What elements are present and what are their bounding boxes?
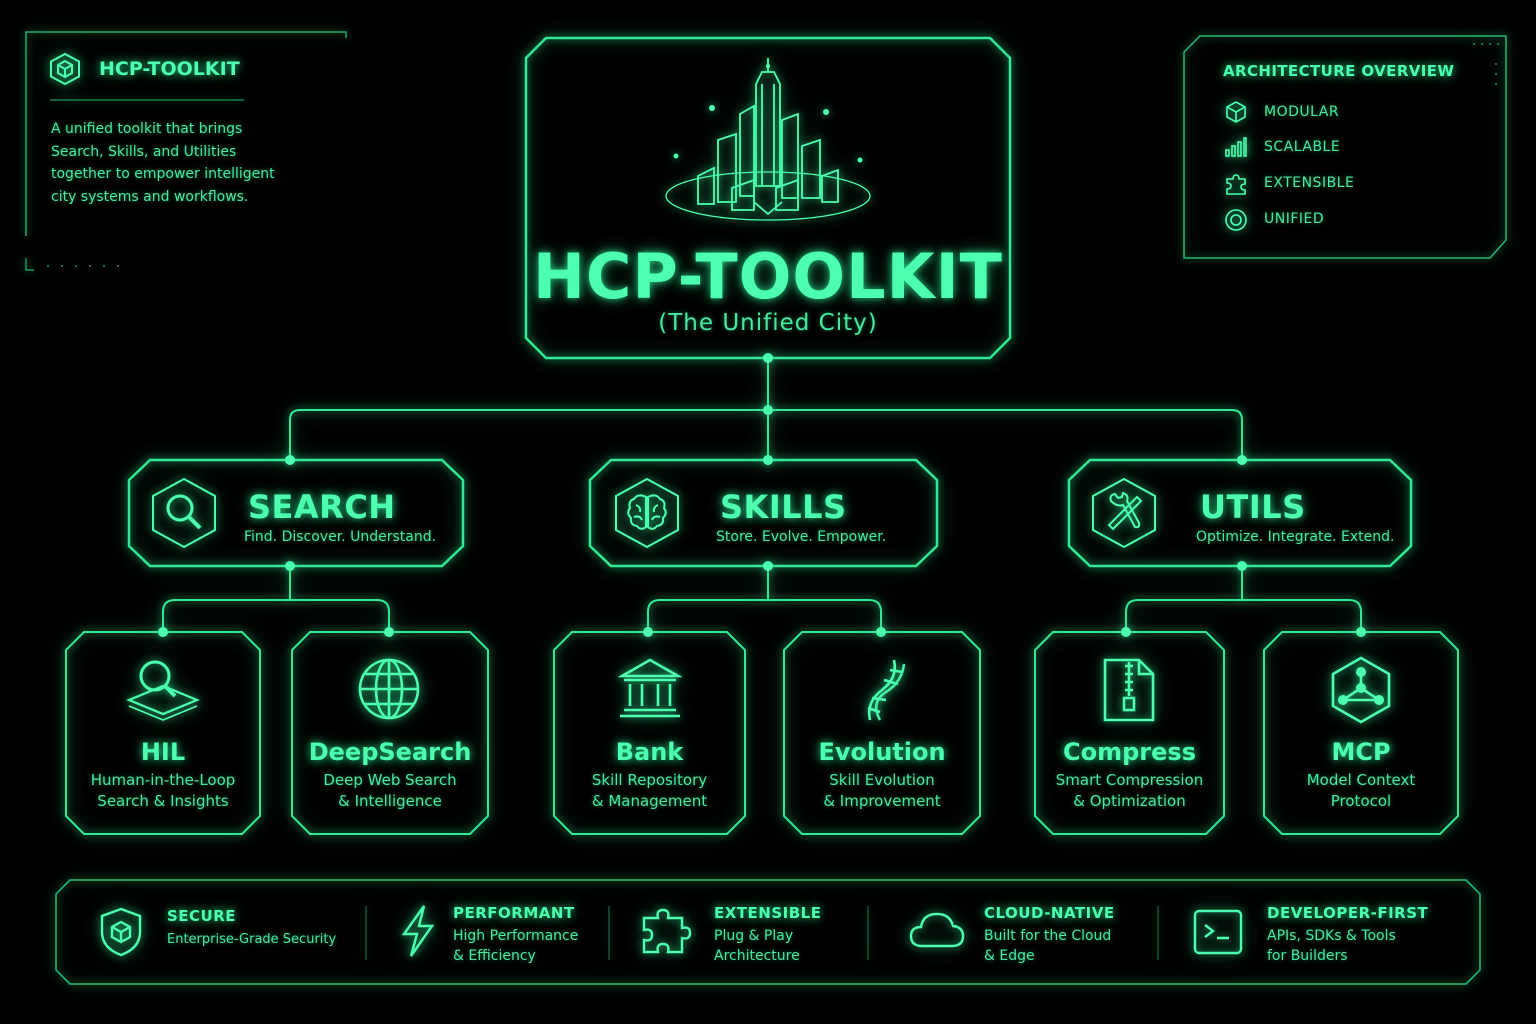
overview-item-extensible: EXTENSIBLE (1264, 175, 1355, 191)
leaf-description: Model Context Protocol (1306, 771, 1416, 810)
overview-item-scalable: SCALABLE (1264, 139, 1341, 155)
leaf-description: Smart Compression & Optimization (1055, 771, 1204, 810)
bar-chart-icon (1225, 137, 1247, 157)
leaf-deepsearch[interactable]: DeepSearch Deep Web Search & Intelligence (292, 632, 488, 834)
category-skills[interactable]: SKILLS Store. Evolve. Empower. (590, 460, 937, 566)
shield-icon (100, 907, 142, 957)
architecture-overview-panel: ARCHITECTURE OVERVIEW MODULAR SCALABLE E… (1184, 36, 1506, 258)
target-icon (1225, 209, 1247, 231)
category-tagline: Optimize. Integrate. Extend. (1196, 529, 1395, 545)
puzzle-icon (1226, 174, 1246, 195)
search-layer-icon (126, 660, 200, 721)
category-title: SEARCH (248, 488, 396, 526)
brain-icon (615, 477, 679, 549)
info-panel-title: HCP-TOOLKIT (99, 58, 240, 80)
feature-title: DEVELOPER-FIRST (1267, 904, 1429, 922)
lightning-icon (401, 905, 435, 957)
feature-description: Built for the Cloud & Edge (984, 928, 1112, 964)
terminal-icon (1193, 909, 1243, 955)
zip-file-icon (1103, 658, 1155, 722)
leaf-title: MCP (1331, 738, 1391, 766)
feature-description: Enterprise-Grade Security (167, 932, 337, 947)
dna-icon (867, 659, 906, 721)
magnifier-icon (152, 477, 216, 549)
cube-icon (50, 52, 80, 86)
city-skyline-icon (665, 58, 871, 221)
leaf-bank[interactable]: Bank Skill Repository & Management (554, 632, 745, 834)
feature-title: EXTENSIBLE (714, 904, 822, 922)
category-search[interactable]: SEARCH Find. Discover. Understand. (129, 460, 463, 566)
root-node: HCP-TOOLKIT (The Unified City) (526, 38, 1010, 358)
leaf-description: Human-in-the-Loop Search & Insights (90, 771, 236, 810)
leaf-title: Evolution (818, 738, 946, 766)
feature-title: PERFORMANT (453, 904, 575, 922)
info-panel-description: A unified toolkit that brings Search, Sk… (51, 121, 275, 205)
leaf-description: Skill Repository & Management (591, 771, 708, 810)
category-utils[interactable]: UTILS Optimize. Integrate. Extend. (1069, 460, 1411, 566)
leaf-evolution[interactable]: Evolution Skill Evolution & Improvement (784, 632, 980, 834)
feature-description: High Performance & Efficiency (453, 928, 579, 964)
leaf-title: DeepSearch (308, 738, 472, 766)
feature-bar: SECURE Enterprise-Grade Security PERFORM… (56, 880, 1480, 984)
category-tagline: Find. Discover. Understand. (244, 529, 437, 545)
network-hexagon-icon (1331, 656, 1391, 724)
leaf-title: HIL (140, 738, 186, 766)
feature-description: APIs, SDKs & Tools for Builders (1267, 928, 1396, 964)
overview-item-unified: UNIFIED (1264, 211, 1325, 227)
cube-icon (1226, 101, 1246, 123)
root-title: HCP-TOOLKIT (533, 240, 1003, 313)
category-title: UTILS (1200, 488, 1306, 526)
leaf-mcp[interactable]: MCP Model Context Protocol (1264, 632, 1458, 834)
category-title: SKILLS (720, 488, 847, 526)
leaf-description: Deep Web Search & Intelligence (323, 771, 457, 810)
bank-icon (618, 658, 682, 718)
puzzle-icon (642, 908, 692, 954)
globe-icon (358, 658, 420, 720)
leaf-compress[interactable]: Compress Smart Compression & Optimization (1035, 632, 1224, 834)
feature-title: SECURE (167, 907, 237, 925)
feature-description: Plug & Play Architecture (714, 928, 800, 964)
overview-title: ARCHITECTURE OVERVIEW (1223, 62, 1455, 80)
info-panel: HCP-TOOLKIT A unified toolkit that bring… (26, 32, 346, 272)
root-subtitle: (The Unified City) (658, 310, 878, 336)
tools-icon (1092, 477, 1156, 549)
leaf-description: Skill Evolution & Improvement (823, 771, 941, 810)
leaf-title: Bank (615, 738, 684, 766)
overview-item-modular: MODULAR (1264, 104, 1340, 120)
leaf-hil[interactable]: HIL Human-in-the-Loop Search & Insights (66, 632, 260, 834)
feature-title: CLOUD-NATIVE (984, 904, 1115, 922)
category-tagline: Store. Evolve. Empower. (716, 529, 887, 545)
leaf-title: Compress (1063, 738, 1196, 766)
cloud-icon (909, 912, 965, 948)
